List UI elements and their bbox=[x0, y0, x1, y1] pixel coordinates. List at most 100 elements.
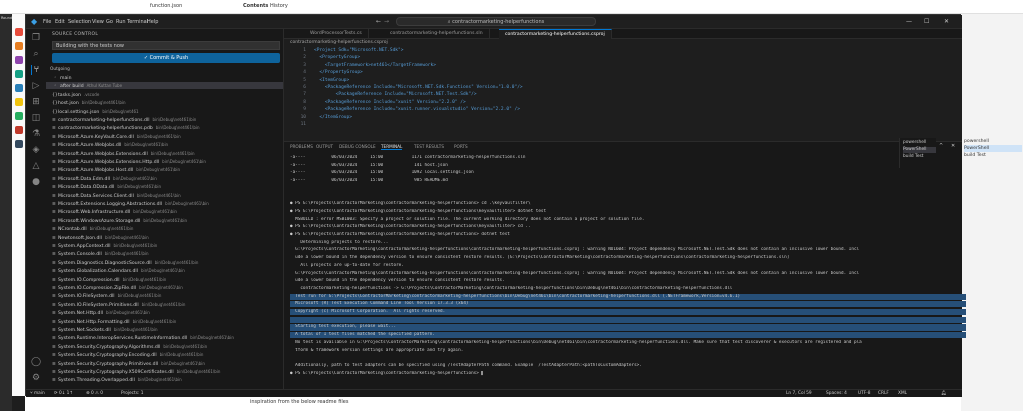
change-row[interactable]: ≡ System.Diagnostics.DiagnosticSource.dll… bbox=[46, 259, 283, 266]
code-line[interactable]: 2 <PropertyGroup> bbox=[284, 54, 962, 61]
change-row[interactable]: ≡ contractormarketing-helperfunctions.pdb… bbox=[46, 124, 283, 131]
change-row[interactable]: ≡ System.AppContext.dll bin\Debug\net461\b… bbox=[46, 242, 283, 249]
tab-problems[interactable]: PROBLEMS bbox=[290, 144, 313, 149]
change-row[interactable]: {}host.json bin\Debug\net461\bin bbox=[46, 99, 283, 106]
status-branch[interactable]: ⑂ main bbox=[30, 391, 45, 396]
code-line[interactable]: 3 <TargetFramework>net461</TargetFramewo… bbox=[284, 62, 962, 69]
change-row[interactable]: ≡ Microsoft.Web.Infrastructure.dll bin\Deb… bbox=[46, 208, 283, 215]
terminal-item-2[interactable]: build Test bbox=[964, 152, 1022, 159]
commit-message-input[interactable]: Building with the tests now bbox=[52, 41, 280, 50]
tab-sln[interactable]: contractormarketing-helperfunctions.sln bbox=[384, 29, 490, 39]
app-icon-4[interactable] bbox=[15, 70, 23, 78]
nav-back-icon[interactable]: ← bbox=[376, 18, 381, 25]
change-row[interactable]: ≡ Microsoft.WindowsAzure.Storage.dll bin\D… bbox=[46, 217, 283, 224]
source-control-icon[interactable]: ⑂ bbox=[31, 65, 41, 75]
code-line[interactable]: 9 <PackageReference Include="xunit.runne… bbox=[284, 106, 962, 113]
app-icon-6[interactable] bbox=[15, 98, 23, 106]
app-icon-2[interactable] bbox=[15, 42, 23, 50]
docker-icon[interactable]: ◈ bbox=[31, 145, 41, 155]
breadcrumb[interactable]: contractormarketing-helperfunctions.cspr… bbox=[290, 40, 388, 45]
change-row[interactable]: {}tasks.json .vscode bbox=[46, 91, 283, 98]
change-row[interactable]: ≡ Microsoft.Extensions.Logging.Abstractio… bbox=[46, 200, 283, 207]
tab-debug-console[interactable]: DEBUG CONSOLE bbox=[339, 144, 376, 149]
app-icon-8[interactable] bbox=[15, 126, 23, 134]
status-eol[interactable]: CRLF bbox=[878, 391, 889, 396]
menu-terminal[interactable]: Terminal bbox=[127, 19, 148, 25]
app-icon-5[interactable] bbox=[15, 84, 23, 92]
menu-go[interactable]: Go bbox=[106, 19, 113, 25]
change-row[interactable]: ≡ Microsoft.Azure.WebJobs.Host.dll bin\Deb… bbox=[46, 166, 283, 173]
change-row[interactable]: ≡ System.IO.Compression.dll bin\Debug\net4… bbox=[46, 276, 283, 283]
app-icon-9[interactable] bbox=[15, 140, 23, 148]
change-row[interactable]: ≡ System.Threading.Overlapped.dll bin\Debu… bbox=[46, 376, 283, 383]
code-line[interactable]: 8 <PackageReference Include="xunit" Vers… bbox=[284, 99, 962, 106]
terminal-tab-2[interactable]: build Test bbox=[903, 154, 923, 160]
change-row[interactable]: ≡ Newtonsoft.Json.dll bin\Debug\net461\bin bbox=[46, 234, 283, 241]
change-row[interactable]: ≡ System.Net.Http.dll bin\Debug\net461\bin bbox=[46, 309, 283, 316]
status-language[interactable]: XML bbox=[898, 391, 907, 396]
change-row[interactable]: ≡ Microsoft.Data.OData.dll bin\Debug\net46… bbox=[46, 183, 283, 190]
change-row[interactable]: ◦ main bbox=[46, 74, 283, 81]
change-row[interactable]: ≡ Microsoft.Data.Edm.dll bin\Debug\net461\… bbox=[46, 175, 283, 182]
code-line[interactable]: 11 bbox=[284, 121, 962, 128]
tab-terminal[interactable]: TERMINAL bbox=[381, 144, 403, 150]
code-line[interactable]: 5 <ItemGroup> bbox=[284, 77, 962, 84]
explorer-icon[interactable]: ❐ bbox=[31, 33, 41, 43]
code-line[interactable]: 6 <PackageReference Include="Microsoft.N… bbox=[284, 84, 962, 91]
maximize-panel-icon[interactable]: ^ bbox=[939, 143, 943, 149]
close-panel-icon[interactable]: ✕ bbox=[951, 143, 955, 149]
tab-test-results[interactable]: TEST RESULTS bbox=[414, 144, 444, 149]
change-row[interactable]: ≡ Microsoft.Azure.WebJobs.Extensions.dll b… bbox=[46, 150, 283, 157]
status-projects[interactable]: Projects: 1 bbox=[121, 391, 144, 396]
menu-help[interactable]: Help bbox=[147, 19, 158, 25]
status-encoding[interactable]: UTF-8 bbox=[858, 391, 871, 396]
change-row[interactable]: ≡ System.Security.Cryptography.Encoding.d… bbox=[46, 351, 283, 358]
change-row[interactable]: ≡ System.Net.Sockets.dll bin\Debug\net461\… bbox=[46, 326, 283, 333]
settings-gear-icon[interactable]: ⚙ bbox=[31, 373, 41, 383]
menu-selection[interactable]: Selection bbox=[68, 19, 91, 25]
code-line[interactable]: 7 <PackageReference Include="Microsoft.N… bbox=[284, 91, 962, 98]
menu-edit[interactable]: Edit bbox=[55, 19, 65, 25]
change-row[interactable]: ≡ System.Security.Cryptography.X509Certif… bbox=[46, 368, 283, 375]
status-problems[interactable]: ⊗ 0 ⚠ 0 bbox=[86, 391, 103, 396]
run-debug-icon[interactable]: ▷ bbox=[31, 81, 41, 91]
status-spaces[interactable]: Spaces: 4 bbox=[826, 391, 847, 396]
terminal-tab-0[interactable]: powershell bbox=[903, 140, 926, 146]
change-row[interactable]: ≡ System.Security.Cryptography.Algorithms… bbox=[46, 343, 283, 350]
notifications-bell-icon[interactable]: 🔔︎ bbox=[941, 391, 946, 396]
background-tab-history[interactable]: History bbox=[270, 3, 288, 9]
change-row[interactable]: ≡ contractormarketing-helperfunctions.dll… bbox=[46, 116, 283, 123]
search-view-icon[interactable]: ⌕ bbox=[31, 49, 41, 59]
terminal-item-1[interactable]: PowerShell bbox=[964, 145, 1022, 152]
remote-icon[interactable]: ◫ bbox=[31, 113, 41, 123]
change-row[interactable]: {}local.settings.json bin\Debug\net461 bbox=[46, 108, 283, 115]
close-icon[interactable]: ✕ bbox=[944, 18, 949, 25]
code-line[interactable]: 4 </PropertyGroup> bbox=[284, 69, 962, 76]
commit-push-button[interactable]: ✓ Commit & Push bbox=[52, 53, 280, 63]
app-icon-3[interactable] bbox=[15, 56, 23, 64]
account-icon[interactable]: ◯ bbox=[31, 357, 41, 367]
status-position[interactable]: Ln 7, Col 59 bbox=[786, 391, 812, 396]
change-row[interactable]: ≡ System.Console.dll bin\Debug\net461\bin bbox=[46, 250, 283, 257]
background-tab-contents[interactable]: Contents bbox=[243, 3, 268, 9]
change-row[interactable]: ≡ System.Runtime.InteropServices.RuntimeI… bbox=[46, 334, 283, 341]
terminal-item-0[interactable]: powershell bbox=[964, 138, 1022, 145]
change-row[interactable]: ≡ Microsoft.Data.Services.Client.dll bin\D… bbox=[46, 192, 283, 199]
azure-icon[interactable]: △ bbox=[31, 161, 41, 171]
change-row[interactable]: ≡ Microsoft.Azure.WebJobs.dll bin\Debug\ne… bbox=[46, 141, 283, 148]
maximize-icon[interactable]: ☐ bbox=[924, 18, 929, 25]
outgoing-label[interactable]: Outgoing bbox=[46, 66, 283, 73]
menu-run[interactable]: Run bbox=[116, 19, 126, 25]
change-row[interactable]: ≡ System.Net.Http.Formatting.dll bin\Debug… bbox=[46, 318, 283, 325]
app-icon-7[interactable] bbox=[15, 112, 23, 120]
code-line[interactable]: 10 </ItemGroup> bbox=[284, 114, 962, 121]
change-row[interactable]: ≡ NCrontab.dll bin\Debug\net461\bin bbox=[46, 225, 283, 232]
change-row[interactable]: ≡ Microsoft.Azure.WebJobs.Extensions.Http… bbox=[46, 158, 283, 165]
command-center[interactable]: ⌕ contractormarketing-helperfunctions bbox=[396, 17, 596, 26]
change-row[interactable]: ≡ System.Globalization.Calendars.dll bin\D… bbox=[46, 267, 283, 274]
status-sync[interactable]: ⟳ 0↓ 1↑ bbox=[54, 391, 73, 396]
change-row[interactable]: ≡ System.Security.Cryptography.Primitives… bbox=[46, 360, 283, 367]
change-row[interactable]: ◦ after build Athul Kuttan Tube bbox=[46, 82, 283, 90]
code-line[interactable]: 1 <Project Sdk="Microsoft.NET.Sdk"> bbox=[284, 47, 962, 54]
terminal-tab-1[interactable]: PowerShell bbox=[903, 147, 936, 153]
